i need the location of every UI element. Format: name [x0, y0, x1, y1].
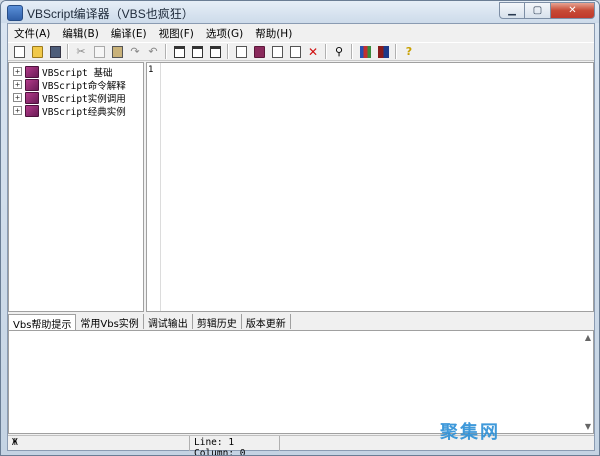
book-icon: [235, 45, 247, 58]
line-number: 1: [148, 65, 154, 75]
tree-item-label: VBScript命令解释: [42, 80, 126, 92]
undo-icon: ↶: [148, 45, 158, 58]
minimize-button[interactable]: ▁: [499, 2, 525, 19]
toolbar-separator: [227, 44, 229, 59]
tab-debug-output[interactable]: 调试输出: [144, 314, 193, 330]
menu-options[interactable]: 选项(G): [200, 24, 249, 41]
cut-icon: ✂: [76, 45, 86, 58]
maximize-button[interactable]: ▢: [525, 2, 551, 19]
toolbar-separator: [325, 44, 327, 59]
close-button[interactable]: ✕: [551, 2, 595, 19]
scroll-down-icon[interactable]: ▼: [585, 422, 591, 431]
redo-button[interactable]: ↷: [126, 43, 144, 60]
redo-icon: ↷: [130, 45, 140, 58]
new-doc-button[interactable]: [268, 43, 286, 60]
tree-item[interactable]: + VBScript经典实例: [13, 104, 126, 118]
status-left: Ж: [8, 436, 190, 451]
layout-2-icon: [191, 45, 203, 58]
window-title: VBScript编译器（VBS也疯狂）: [27, 7, 194, 21]
tree-item-label: VBScript 基础: [42, 67, 113, 79]
copy-icon: [93, 45, 105, 58]
find-button[interactable]: ⚲: [330, 43, 348, 60]
expand-icon[interactable]: +: [13, 67, 22, 76]
new-file-icon: [13, 45, 25, 58]
paste-button[interactable]: [108, 43, 126, 60]
copy-button[interactable]: [90, 43, 108, 60]
menu-bar: 文件(A) 编辑(B) 编译(E) 视图(F) 选项(G) 帮助(H): [8, 24, 594, 41]
tree-item-label: VBScript经典实例: [42, 106, 126, 118]
code-editor[interactable]: 1: [146, 62, 594, 312]
new-file-button[interactable]: [10, 43, 28, 60]
tree-item-label: VBScript实例调用: [42, 93, 126, 105]
layout-1-icon: [173, 45, 185, 58]
menu-compile[interactable]: 编译(E): [105, 24, 153, 41]
bottom-tabs: Vbs帮助提示 常用Vbs实例 调试输出 剪辑历史 版本更新: [8, 314, 594, 332]
toolbar-separator: [351, 44, 353, 59]
app-window: VBScript编译器（VBS也疯狂） ▁ ▢ ✕ 文件(A) 编辑(B) 编译…: [0, 0, 600, 456]
library-button[interactable]: [356, 43, 374, 60]
cut-button[interactable]: ✂: [72, 43, 90, 60]
help-icon: ?: [405, 45, 413, 58]
open-button[interactable]: [28, 43, 46, 60]
expand-icon[interactable]: +: [13, 106, 22, 115]
save-button[interactable]: [46, 43, 64, 60]
tree-item[interactable]: + VBScript 基础: [13, 65, 113, 79]
new-doc-icon: [271, 45, 283, 58]
scroll-up-icon[interactable]: ▲: [585, 333, 591, 342]
menu-file[interactable]: 文件(A): [8, 24, 56, 41]
tab-common-examples[interactable]: 常用Vbs实例: [76, 314, 144, 330]
paste-icon: [111, 45, 123, 58]
output-panel[interactable]: ▲ ▼: [8, 330, 594, 434]
edit-doc-icon: [289, 45, 301, 58]
minimize-icon: ▁: [508, 5, 516, 16]
tree-item[interactable]: + VBScript实例调用: [13, 91, 126, 105]
book-icon: [25, 91, 39, 104]
expand-icon[interactable]: +: [13, 80, 22, 89]
book-button[interactable]: [232, 43, 250, 60]
undo-button[interactable]: ↶: [144, 43, 162, 60]
client-area: 文件(A) 编辑(B) 编译(E) 视图(F) 选项(G) 帮助(H) ✂ ↷ …: [7, 23, 595, 455]
tree-panel[interactable]: + VBScript 基础 + VBScript命令解释 + VBScript实…: [8, 62, 144, 312]
library-icon: [359, 45, 371, 58]
status-empty: [280, 436, 594, 451]
menu-view[interactable]: 视图(F): [153, 24, 200, 41]
tab-version-updates[interactable]: 版本更新: [242, 314, 291, 330]
window-controls: ▁ ▢ ✕: [499, 2, 595, 20]
title-bar[interactable]: VBScript编译器（VBS也疯狂） ▁ ▢ ✕: [1, 1, 599, 23]
toolbar-separator: [395, 44, 397, 59]
app-icon: [7, 5, 23, 21]
tree-item[interactable]: + VBScript命令解释: [13, 78, 126, 92]
bookshelf-button[interactable]: [374, 43, 392, 60]
expand-icon[interactable]: +: [13, 93, 22, 102]
find-icon: ⚲: [334, 45, 344, 58]
books-icon: [253, 45, 265, 58]
toolbar-separator: [67, 44, 69, 59]
status-bar: Ж Line: 1 Column: 0: [8, 435, 594, 455]
close-icon: ✕: [568, 5, 577, 16]
watermark: 聚集网: [440, 422, 500, 443]
menu-edit[interactable]: 编辑(B): [56, 24, 104, 41]
delete-icon: ✕: [307, 44, 319, 59]
layout-1-button[interactable]: [170, 43, 188, 60]
bookshelf-icon: [377, 45, 389, 58]
layout-3-icon: [209, 45, 221, 58]
layout-2-button[interactable]: [188, 43, 206, 60]
save-icon: [49, 45, 61, 58]
book-icon: [25, 65, 39, 78]
tab-clip-history[interactable]: 剪辑历史: [193, 314, 242, 330]
maximize-icon: ▢: [532, 5, 543, 16]
open-folder-icon: [31, 45, 43, 58]
line-number-gutter: 1: [147, 63, 161, 311]
layout-3-button[interactable]: [206, 43, 224, 60]
status-position: Line: 1 Column: 0: [190, 436, 280, 455]
book-icon: [25, 104, 39, 117]
help-button[interactable]: ?: [400, 43, 418, 60]
toolbar-separator: [165, 44, 167, 59]
toolbar: ✂ ↷ ↶ ✕ ⚲ ?: [8, 42, 594, 61]
book-icon: [25, 78, 39, 91]
edit-doc-button[interactable]: [286, 43, 304, 60]
delete-button[interactable]: ✕: [304, 43, 322, 60]
menu-help[interactable]: 帮助(H): [249, 24, 298, 41]
books-button[interactable]: [250, 43, 268, 60]
